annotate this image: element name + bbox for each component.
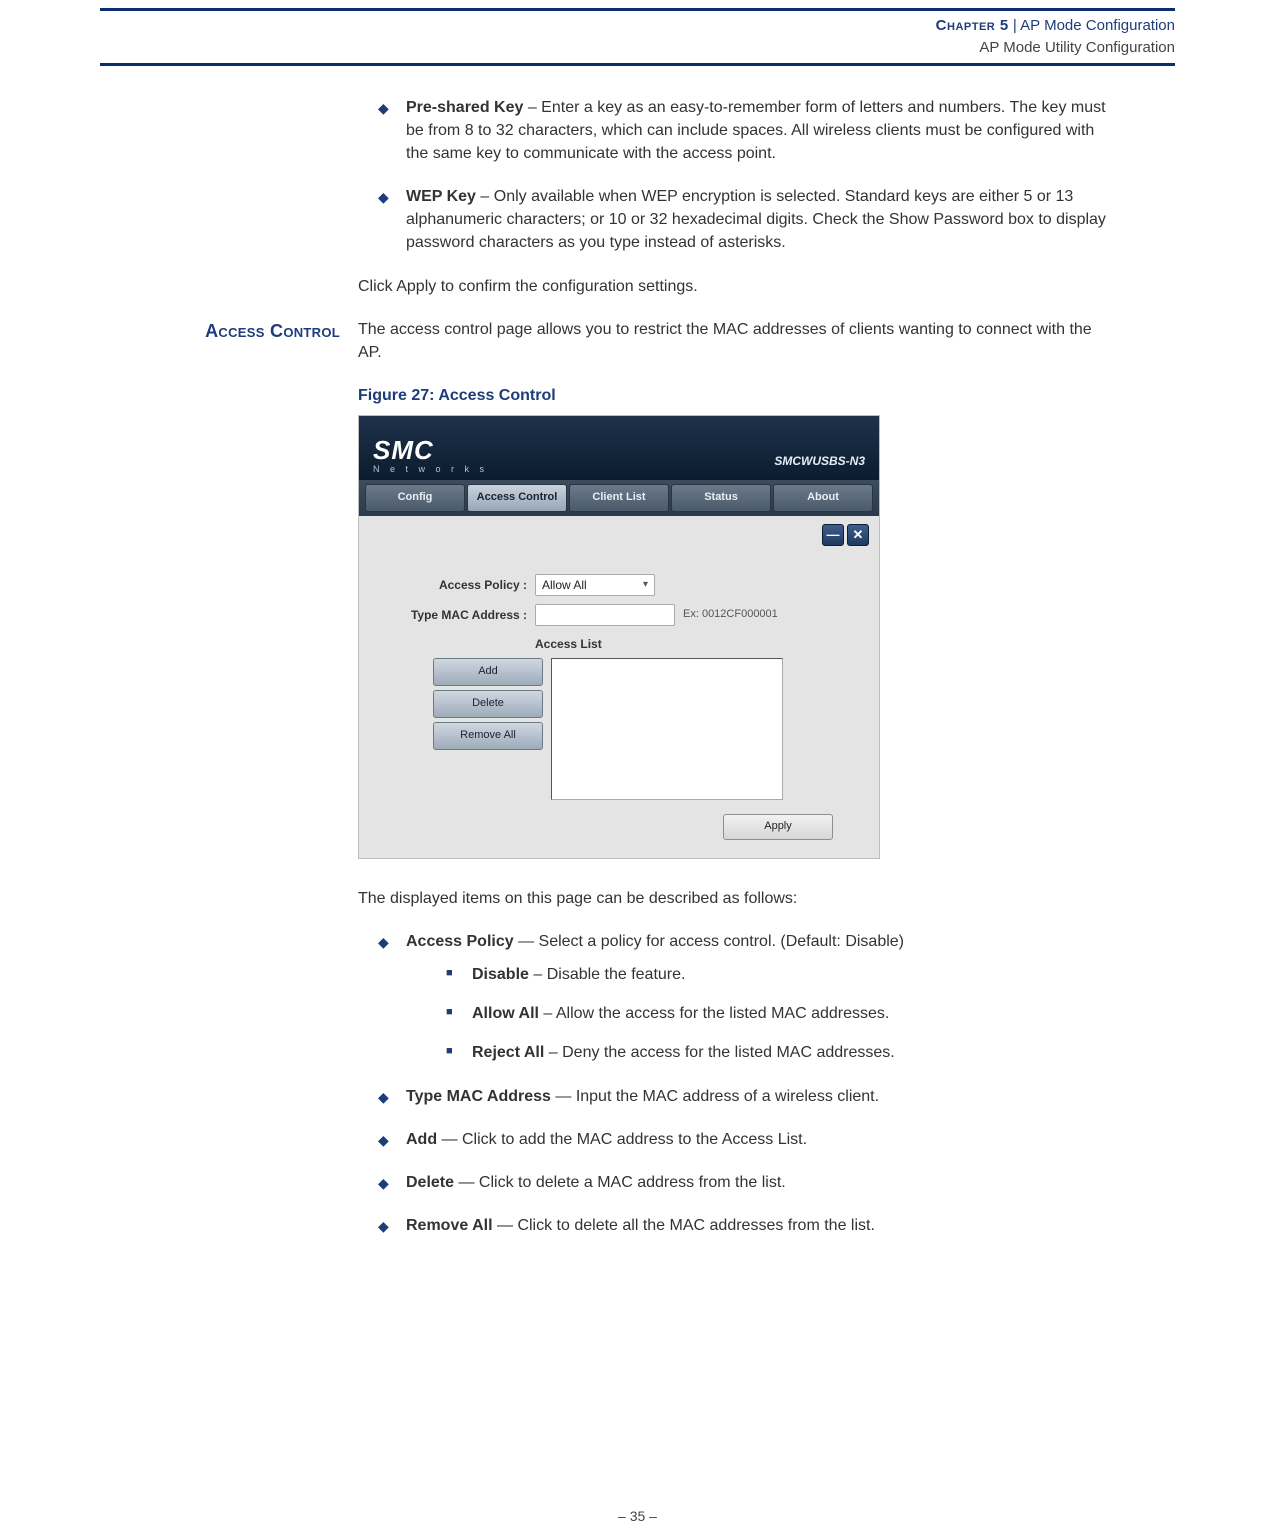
- desc: – Deny the access for the listed MAC add…: [544, 1044, 894, 1061]
- term: Allow All: [472, 1005, 539, 1022]
- desc: — Click to delete all the MAC addresses …: [493, 1217, 875, 1234]
- section-heading: Access Control: [100, 318, 340, 344]
- access-list-label: Access List: [535, 636, 861, 653]
- list-item: Delete — Click to delete a MAC address f…: [378, 1171, 1118, 1194]
- header-rule-bottom: [100, 63, 1175, 66]
- brand-subtext: N e t w o r k s: [373, 465, 488, 474]
- after-figure-text: The displayed items on this page can be …: [358, 887, 1118, 910]
- desc: – Allow the access for the listed MAC ad…: [539, 1005, 889, 1022]
- access-policy-value: Allow All: [542, 577, 587, 594]
- list-item: Remove All — Click to delete all the MAC…: [378, 1214, 1118, 1237]
- figure-caption: Figure 27: Access Control: [358, 384, 1118, 407]
- access-policy-label: Access Policy :: [377, 577, 527, 594]
- add-button[interactable]: Add: [433, 658, 543, 686]
- term: Pre-shared Key: [406, 99, 523, 116]
- chapter-label: Chapter 5: [936, 17, 1009, 34]
- tab-access-control[interactable]: Access Control: [467, 484, 567, 512]
- section-intro: The access control page allows you to re…: [358, 318, 1118, 364]
- term: Type MAC Address: [406, 1088, 551, 1105]
- page-header: Chapter 5 | AP Mode Configuration AP Mod…: [0, 11, 1275, 61]
- list-item: Add — Click to add the MAC address to th…: [378, 1128, 1118, 1151]
- access-policy-sublist: Disable – Disable the feature. Allow All…: [446, 963, 1118, 1065]
- access-list-box[interactable]: [551, 658, 783, 800]
- list-item: Access Policy — Select a policy for acce…: [378, 930, 1118, 1065]
- tab-bar: Config Access Control Client List Status…: [359, 480, 879, 516]
- chapter-title: AP Mode Configuration: [1020, 17, 1175, 34]
- term: Reject All: [472, 1044, 544, 1061]
- mac-hint: Ex: 0012CF000001: [683, 607, 778, 623]
- tab-status[interactable]: Status: [671, 484, 771, 512]
- brand-logo: SMC N e t w o r k s: [373, 437, 488, 474]
- term: WEP Key: [406, 188, 476, 205]
- brand-text: SMC: [373, 437, 488, 463]
- type-mac-label: Type MAC Address :: [377, 607, 527, 624]
- term: Remove All: [406, 1217, 493, 1234]
- tab-about[interactable]: About: [773, 484, 873, 512]
- access-policy-select[interactable]: Allow All ▾: [535, 574, 655, 596]
- list-item: Pre-shared Key – Enter a key as an easy-…: [378, 96, 1118, 166]
- tab-client-list[interactable]: Client List: [569, 484, 669, 512]
- desc: — Click to delete a MAC address from the…: [454, 1174, 786, 1191]
- list-item: Type MAC Address — Input the MAC address…: [378, 1085, 1118, 1108]
- delete-button[interactable]: Delete: [433, 690, 543, 718]
- page-number: – 35 –: [0, 1506, 1275, 1526]
- remove-all-button[interactable]: Remove All: [433, 722, 543, 750]
- term: Delete: [406, 1174, 454, 1191]
- desc: – Only available when WEP encryption is …: [406, 188, 1106, 251]
- chapter-subtitle: AP Mode Utility Configuration: [936, 37, 1175, 59]
- list-item: Allow All – Allow the access for the lis…: [446, 1002, 1118, 1025]
- access-control-screenshot: SMC N e t w o r k s SMCWUSBS-N3 Config A…: [358, 415, 880, 858]
- list-item: Reject All – Deny the access for the lis…: [446, 1041, 1118, 1064]
- tab-config[interactable]: Config: [365, 484, 465, 512]
- header-separator: |: [1013, 17, 1017, 34]
- term: Disable: [472, 966, 529, 983]
- description-list: Access Policy — Select a policy for acce…: [378, 930, 1118, 1238]
- key-options-list: Pre-shared Key – Enter a key as an easy-…: [378, 96, 1118, 255]
- desc: – Disable the feature.: [529, 966, 686, 983]
- apply-instruction: Click Apply to confirm the configuration…: [358, 275, 1118, 298]
- desc: — Input the MAC address of a wireless cl…: [551, 1088, 879, 1105]
- term: Add: [406, 1131, 437, 1148]
- list-item: Disable – Disable the feature.: [446, 963, 1118, 986]
- list-item: WEP Key – Only available when WEP encryp…: [378, 185, 1118, 255]
- desc: — Click to add the MAC address to the Ac…: [437, 1131, 807, 1148]
- apply-button[interactable]: Apply: [723, 814, 833, 840]
- chevron-down-icon: ▾: [643, 578, 648, 593]
- close-icon[interactable]: ✕: [847, 524, 869, 546]
- desc: — Select a policy for access control. (D…: [514, 933, 904, 950]
- mac-input[interactable]: [535, 604, 675, 626]
- minimize-icon[interactable]: —: [822, 524, 844, 546]
- term: Access Policy: [406, 933, 514, 950]
- model-label: SMCWUSBS-N3: [774, 453, 865, 474]
